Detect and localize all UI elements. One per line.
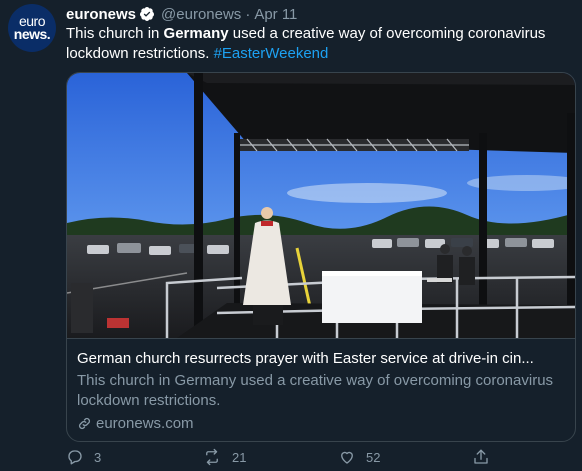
share-button[interactable] xyxy=(472,448,500,466)
tweet-header: euronews @euronews · Apr 11 xyxy=(66,4,297,24)
avatar-text-line2: news. xyxy=(13,26,51,42)
retweet-button[interactable]: 21 xyxy=(202,448,246,466)
tweet-text: This church in Germany used a creative w… xyxy=(66,24,566,64)
link-icon xyxy=(79,417,90,429)
like-count: 52 xyxy=(366,449,381,465)
tweet-text-part1: This church in xyxy=(66,25,164,42)
tweet-text-bold: Germany xyxy=(163,25,229,42)
card-image[interactable] xyxy=(67,73,575,338)
tweet-date[interactable]: Apr 11 xyxy=(254,6,297,23)
display-name[interactable]: euronews xyxy=(66,6,136,23)
share-icon xyxy=(474,449,488,464)
like-button[interactable]: 52 xyxy=(338,448,380,466)
retweet-count: 21 xyxy=(232,449,247,465)
reply-icon xyxy=(68,450,82,465)
verified-badge-icon xyxy=(140,7,155,21)
link-card[interactable]: German church resurrects prayer with Eas… xyxy=(66,72,576,442)
reply-count: 3 xyxy=(94,449,102,465)
hashtag-link[interactable]: #EasterWeekend xyxy=(214,45,329,62)
retweet-icon xyxy=(206,448,218,466)
card-domain-text: euronews.com xyxy=(96,414,194,432)
heart-icon xyxy=(341,451,353,464)
card-title[interactable]: German church resurrects prayer with Eas… xyxy=(77,349,567,369)
card-body[interactable]: German church resurrects prayer with Eas… xyxy=(67,338,575,441)
card-description: This church in Germany used a creative w… xyxy=(77,372,554,409)
tweet-actions: 3 21 52 xyxy=(66,448,566,470)
card-domain[interactable]: euronews.com xyxy=(77,413,194,433)
user-handle[interactable]: @euronews xyxy=(161,6,241,23)
reply-button[interactable]: 3 xyxy=(66,448,101,466)
separator-dot: · xyxy=(245,5,251,23)
avatar[interactable]: euro news. xyxy=(8,4,56,52)
tweet: euro news. euronews @euronews · Apr 11 T… xyxy=(0,0,582,471)
